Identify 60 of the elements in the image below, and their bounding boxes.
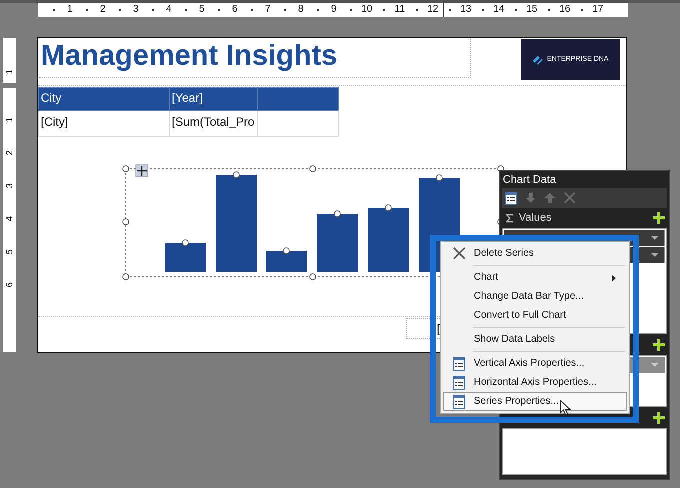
- ruler-number: 1: [4, 70, 14, 74]
- ruler-number: 5: [199, 4, 205, 16]
- ruler-number: 13: [460, 4, 472, 16]
- menu-item[interactable]: Chart: [443, 268, 627, 287]
- title-textbox[interactable]: Management Insights: [39, 39, 471, 78]
- mouse-pointer-icon: [560, 400, 571, 416]
- bar-handle[interactable]: [334, 210, 341, 218]
- bar-handle[interactable]: [385, 204, 392, 212]
- menu-item[interactable]: Vertical Axis Properties...: [443, 354, 627, 373]
- ruler-number: 3: [133, 4, 139, 16]
- ruler-number: 3: [4, 184, 14, 188]
- ruler-number: 15: [526, 4, 538, 16]
- ruler-number: 2: [100, 4, 106, 16]
- table-cell: [Sum(Total_Pro: [170, 110, 258, 136]
- bar-handle[interactable]: [283, 248, 290, 254]
- menu-item[interactable]: Horizontal Axis Properties...: [443, 373, 627, 392]
- ruler-number: 17: [592, 4, 604, 16]
- bar-handle[interactable]: [233, 172, 240, 178]
- sum-icon: [506, 214, 514, 222]
- ruler-number: 6: [4, 282, 14, 288]
- panel-title: Chart Data: [502, 173, 558, 188]
- properties-icon: [453, 356, 465, 370]
- submenu-arrow-icon: [612, 275, 616, 282]
- ruler-number: 2: [4, 150, 14, 156]
- properties-icon[interactable]: [505, 192, 517, 204]
- properties-icon: [453, 394, 465, 408]
- ruler-number: 4: [4, 216, 14, 222]
- menu-item[interactable]: Series Properties...: [443, 392, 627, 411]
- dropdown-arrow-icon[interactable]: [651, 236, 659, 240]
- delete-icon: [452, 247, 466, 260]
- table-header-cell: City: [38, 88, 170, 110]
- menu-item[interactable]: Change Data Bar Type...: [443, 287, 627, 306]
- field-text: [: [437, 322, 440, 336]
- ruler-number: 4: [166, 4, 172, 16]
- add-icon[interactable]: [653, 412, 665, 424]
- ruler-number: 8: [298, 4, 304, 16]
- logo-mark-icon: [532, 54, 544, 66]
- ruler-number: 9: [331, 4, 337, 16]
- add-icon[interactable]: [653, 212, 665, 224]
- ruler-number: 10: [361, 4, 373, 16]
- ruler-number: 1: [67, 4, 73, 16]
- table-header-cell: [Year]: [170, 88, 258, 110]
- report-title: Management Insights: [41, 40, 338, 73]
- ruler-number: 11: [394, 4, 406, 16]
- move-handle-icon[interactable]: [136, 164, 148, 178]
- ruler-number: 14: [493, 4, 505, 16]
- section-label: Values: [519, 212, 552, 224]
- add-icon[interactable]: [653, 338, 665, 350]
- properties-icon: [453, 376, 465, 390]
- ruler-number: 5: [4, 250, 14, 254]
- ruler-number: 1: [4, 118, 14, 122]
- ruler-number: 12: [427, 4, 439, 16]
- bar-handle[interactable]: [436, 174, 443, 182]
- ruler-number: 6: [232, 4, 238, 16]
- ruler-number: 7: [265, 4, 271, 16]
- dropdown-arrow-icon[interactable]: [651, 253, 659, 257]
- ruler-number: 16: [559, 4, 571, 16]
- table-cell: [City]: [38, 110, 170, 136]
- bar-handle[interactable]: [182, 240, 189, 246]
- menu-item[interactable]: Delete Series: [443, 244, 627, 263]
